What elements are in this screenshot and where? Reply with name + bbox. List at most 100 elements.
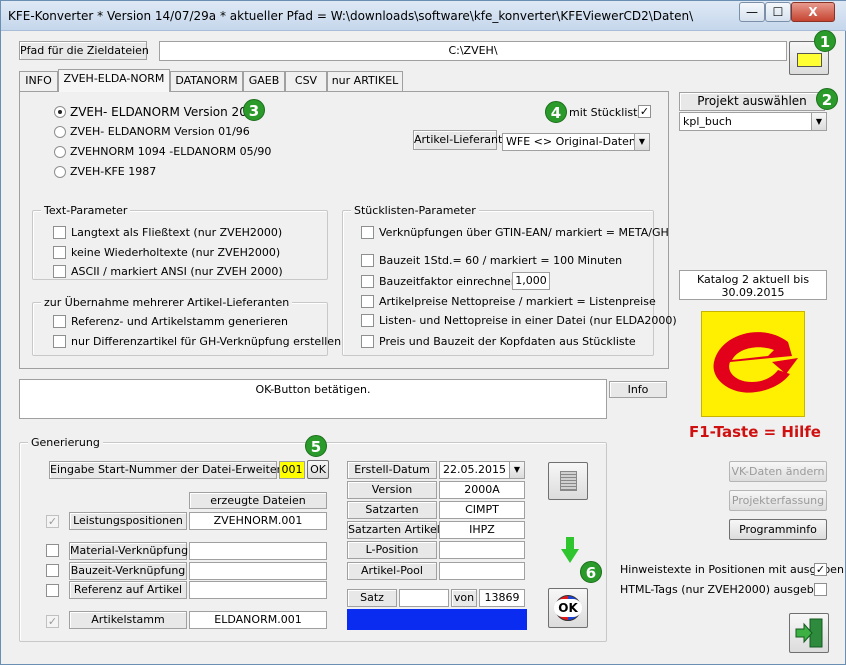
stueckliste-checkbox[interactable]: ✓ [638,105,651,118]
html-tags-checkbox[interactable] [814,583,827,596]
radio-eldanorm-0196[interactable] [54,126,66,138]
referenz-artikel-checkbox[interactable] [46,584,59,597]
material-checkbox[interactable] [46,544,59,557]
exit-button[interactable] [789,613,829,653]
erstell-datum-value: 22.05.2015 [443,463,506,476]
grid-button[interactable] [548,462,588,500]
bauzeit-verk-checkbox[interactable] [46,564,59,577]
wiederholtexte-checkbox[interactable] [53,246,66,259]
differenz-label: nur Differenzartikel für GH-Verknüpfung … [71,335,342,348]
tab-datanorm[interactable]: DATANORM [170,71,243,91]
leistung-file: ZVEHNORM.001 [189,512,327,530]
katalog-box: Katalog 2 aktuell bis 30.09.2015 [679,270,827,300]
kopfdaten-label: Preis und Bauzeit der Kopfdaten aus Stüc… [379,335,636,348]
projekt-select[interactable]: kpl_buch ▼ [679,112,827,131]
ok-generate-button[interactable]: OK [548,588,588,628]
langtext-checkbox[interactable] [53,226,66,239]
ascii-checkbox[interactable] [53,265,66,278]
html-tags-label: HTML-Tags (nur ZVEH2000) ausgeben [620,583,828,596]
version-label: Version [347,481,437,499]
vk-daten-button[interactable]: VK-Daten ändern [729,461,827,482]
tab-nur-artikel[interactable]: nur ARTIKEL [327,71,403,91]
radio-eldanorm-0196-label: ZVEH- ELDANORM Version 01/96 [70,125,250,138]
version-value: 2000A [439,481,525,499]
radio-zvehnorm-1094-label: ZVEHNORM 1094 -ELDANORM 05/90 [70,145,272,158]
bauzeitfaktor-checkbox[interactable] [361,275,374,288]
tab-csv[interactable]: CSV [285,71,327,91]
artikelstamm-file: ELDANORM.001 [189,611,327,629]
text-params-title: Text-Parameter [41,204,131,217]
satz-label: Satz [347,589,397,607]
artikelpreise-label: Artikelpreise Nettopreise / markiert = L… [379,295,656,308]
projekt-button[interactable]: Projekt auswählen [679,92,825,111]
start-ok-button[interactable]: OK [307,460,329,479]
window-title: KFE-Konverter * Version 14/07/29a * aktu… [8,9,694,23]
grid-icon [560,471,577,491]
tab-zveh-elda-norm[interactable]: ZVEH-ELDA-NORM [58,69,170,92]
erstell-datum-label: Erstell-Datum [347,461,437,479]
erstell-datum-select[interactable]: 22.05.2015 ▼ [439,461,525,479]
leistung-label: Leistungspositionen [69,512,187,530]
tab-info[interactable]: INFO [19,71,58,91]
artikelstamm-checkbox[interactable]: ✓ [46,615,59,628]
projekt-value: kpl_buch [683,115,732,128]
message-box: OK-Button betätigen. [19,379,607,419]
artikelstamm-label: Artikelstamm [69,611,187,629]
start-number-input[interactable]: 001 [279,461,305,479]
katalog-line2: 30.09.2015 [721,286,785,299]
ascii-label: ASCII / markiert ANSI (nur ZVEH 2000) [71,265,283,278]
referenz-checkbox[interactable] [53,315,66,328]
von-value: 13869 [479,589,525,607]
e-logo [701,311,805,417]
radio-eldanorm-2000[interactable] [54,106,66,118]
tab-panel: ZVEH- ELDANORM Version 2000 ZVEH- ELDANO… [19,91,677,369]
artikel-pool-value [439,562,525,580]
badge-4: 4 [545,101,567,123]
multi-lieferant-title: zur Übernahme mehrerer Artikel-Lieferant… [41,296,293,309]
chevron-down-icon: ▼ [509,462,524,478]
material-label: Material-Verknüpfung [69,542,188,560]
programminfo-button[interactable]: Programminfo [729,519,827,540]
bauzeit-checkbox[interactable] [361,254,374,267]
differenz-checkbox[interactable] [53,335,66,348]
projekterfassung-button[interactable]: Projekterfassung [729,490,827,511]
l-position-value [439,541,525,559]
maximize-button[interactable]: ☐ [765,2,791,22]
wiederholtexte-label: keine Wiederholtexte (nur ZVEH2000) [71,246,281,259]
minimize-button[interactable]: — [739,2,765,22]
referenz-artikel-file [189,581,327,599]
radio-zveh-kfe-label: ZVEH-KFE 1987 [70,165,157,178]
bauzeit-verk-label: Bauzeit-Verknüpfung [69,562,187,580]
hinweistexte-checkbox[interactable]: ✓ [814,563,827,576]
gtin-checkbox[interactable] [361,226,374,239]
leistung-checkbox[interactable]: ✓ [46,515,59,528]
target-path-field[interactable]: C:\ZVEH\ [159,41,787,61]
listenpreise-checkbox[interactable] [361,314,374,327]
arrow-down-icon [561,549,579,563]
artikel-pool-label: Artikel-Pool [347,562,437,580]
referenz-label: Referenz- und Artikelstamm generieren [71,315,289,328]
chevron-down-icon: ▼ [634,134,649,150]
stueck-params-title: Stücklisten-Parameter [351,204,479,217]
bauzeitfaktor-input[interactable]: 1,000 [512,272,550,290]
lieferant-select[interactable]: WFE <> Original-Daten de ▼ [502,133,650,151]
hinweistexte-label: Hinweistexte in Positionen mit ausgeben [620,563,844,576]
badge-1: 1 [814,30,836,52]
stueckliste-label: mit Stückliste [569,106,645,119]
badge-5: 5 [305,435,327,457]
kopfdaten-checkbox[interactable] [361,335,374,348]
radio-zveh-kfe[interactable] [54,166,66,178]
close-button[interactable]: X [791,2,835,22]
katalog-line1: Katalog 2 aktuell bis [696,273,810,286]
badge-3: 3 [243,99,265,121]
radio-zvehnorm-1094[interactable] [54,146,66,158]
folder-icon [797,53,822,67]
app-window: KFE-Konverter * Version 14/07/29a * aktu… [0,0,846,665]
artikelpreise-checkbox[interactable] [361,295,374,308]
e-logo-icon [713,332,798,393]
files-header: erzeugte Dateien [189,492,327,509]
tab-gaeb[interactable]: GAEB [243,71,285,91]
satz-value [399,589,449,607]
l-position-label: L-Position [347,541,437,559]
lieferant-value: WFE <> Original-Daten de [506,135,650,148]
